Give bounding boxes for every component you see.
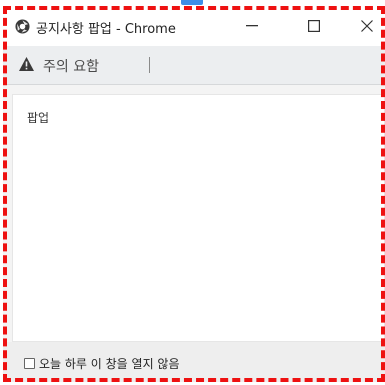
- dont-show-today-label[interactable]: 오늘 하루 이 창을 열지 않음: [39, 355, 180, 372]
- dont-show-today-checkbox[interactable]: [24, 358, 35, 369]
- minimize-icon: [246, 25, 258, 27]
- security-status-text[interactable]: 주의 요함: [43, 56, 99, 76]
- popup-window: 공지사항 팝업 - Chrome 주의 요함 팝업 오늘 하루 이 창을 열지 …: [3, 6, 385, 382]
- top-accent-bar: [181, 0, 203, 5]
- maximize-icon: [308, 20, 320, 32]
- title-bar[interactable]: 공지사항 팝업 - Chrome: [3, 6, 385, 46]
- address-divider: [149, 57, 150, 73]
- popup-content: 팝업: [12, 94, 385, 342]
- close-icon: [361, 20, 373, 32]
- address-bar[interactable]: 주의 요함: [3, 46, 385, 85]
- close-button[interactable]: [346, 6, 385, 46]
- maximize-button[interactable]: [293, 6, 335, 46]
- popup-body-text: 팝업: [27, 111, 50, 125]
- popup-footer: 오늘 하루 이 창을 열지 않음: [3, 342, 385, 382]
- minimize-button[interactable]: [231, 6, 273, 46]
- window-title: 공지사항 팝업 - Chrome: [36, 22, 176, 37]
- screenshot-root: 공지사항 팝업 - Chrome 주의 요함 팝업 오늘 하루 이 창을 열지 …: [0, 0, 385, 385]
- chrome-globe-icon: [15, 19, 30, 34]
- warning-triangle-icon[interactable]: [18, 56, 35, 72]
